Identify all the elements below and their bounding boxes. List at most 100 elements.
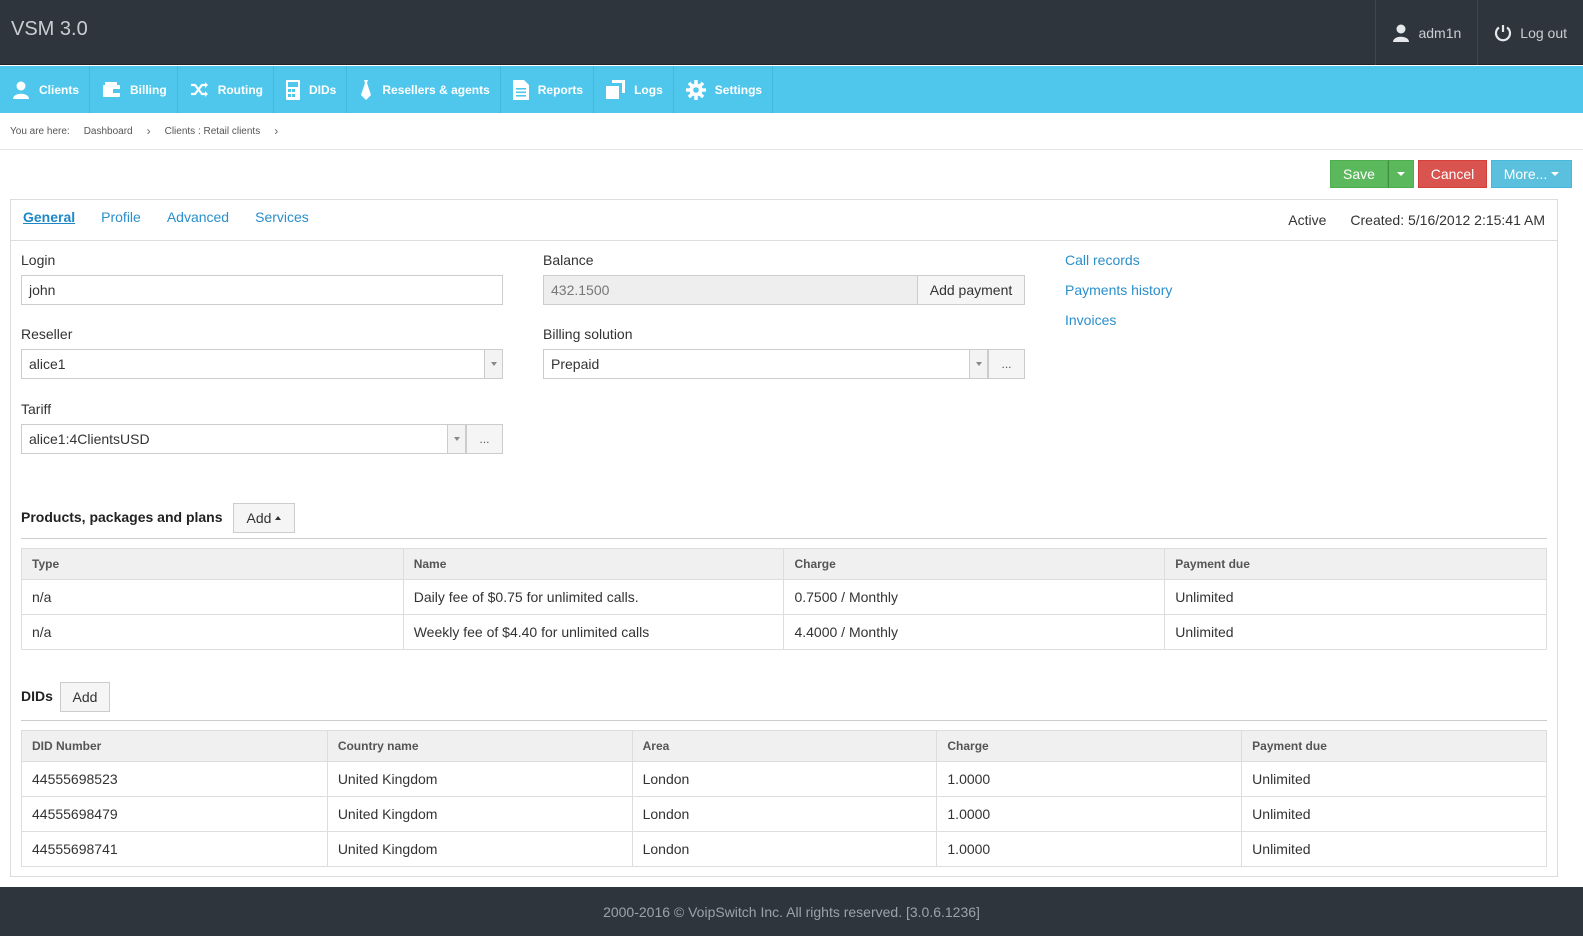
invoices-link[interactable]: Invoices	[1065, 312, 1116, 328]
add-did-button[interactable]: Add	[60, 682, 110, 712]
table-cell: Unlimited	[1241, 831, 1547, 867]
tab-services[interactable]: Services	[255, 209, 309, 225]
status-badge: Active	[1288, 212, 1327, 228]
nav-clients-label: Clients	[39, 82, 80, 97]
table-cell: United Kingdom	[326, 831, 633, 867]
column-header-payment-due[interactable]: Payment due	[1164, 548, 1547, 580]
tariff-label: Tariff	[21, 401, 52, 417]
add-product-button[interactable]: Add	[233, 503, 295, 533]
login-label: Login	[21, 252, 56, 268]
tab-profile[interactable]: Profile	[101, 209, 141, 225]
nav-dids[interactable]: DIDs	[274, 66, 348, 113]
save-button[interactable]: Save	[1330, 160, 1388, 188]
table-row[interactable]: 44555698741 United Kingdom London 1.0000…	[21, 831, 1547, 867]
breadcrumb-dashboard[interactable]: Dashboard	[84, 126, 133, 137]
user-menu[interactable]: adm1n	[1375, 0, 1477, 65]
tariff-value: alice1:4ClientsUSD	[29, 431, 150, 447]
products-section-title: Products, packages and plans	[21, 509, 223, 525]
nav-dids-label: DIDs	[309, 82, 337, 97]
products-table: Type Name Charge Payment due n/a Daily f…	[21, 548, 1547, 650]
column-header-area[interactable]: Area	[631, 730, 938, 762]
table-row[interactable]: 44555698479 United Kingdom London 1.0000…	[21, 796, 1547, 832]
tab-general[interactable]: General	[23, 209, 75, 225]
table-cell: Unlimited	[1241, 761, 1547, 797]
breadcrumb-clients[interactable]: Clients : Retail clients	[165, 126, 261, 137]
nav-routing-label: Routing	[217, 82, 264, 97]
nav-settings-label: Settings	[714, 82, 763, 97]
nav-billing[interactable]: Billing	[90, 66, 178, 113]
column-header-did-number[interactable]: DID Number	[21, 730, 328, 762]
add-payment-button[interactable]: Add payment	[917, 275, 1025, 305]
caret-up-icon	[275, 516, 282, 520]
user-icon	[13, 81, 29, 99]
table-cell: n/a	[21, 579, 404, 615]
column-header-charge[interactable]: Charge	[783, 548, 1166, 580]
table-cell: 4.4000 / Monthly	[783, 614, 1166, 650]
login-input[interactable]: john	[21, 275, 503, 305]
brand-title: VSM 3.0	[11, 18, 88, 40]
call-records-link[interactable]: Call records	[1065, 252, 1140, 268]
table-row[interactable]: n/a Daily fee of $0.75 for unlimited cal…	[21, 579, 1547, 615]
table-cell: London	[631, 796, 938, 832]
balance-input: 432.1500	[543, 275, 918, 305]
nav-reports[interactable]: Reports	[501, 66, 595, 113]
nav-logs[interactable]: Logs	[594, 66, 674, 113]
save-dropdown-button[interactable]	[1388, 160, 1414, 188]
nav-routing[interactable]: Routing	[178, 66, 275, 113]
tariff-browse-button[interactable]: ...	[466, 424, 503, 454]
column-header-charge[interactable]: Charge	[936, 730, 1243, 762]
reseller-select[interactable]: alice1	[21, 349, 503, 379]
breadcrumb-divider	[0, 149, 1583, 150]
billing-solution-select[interactable]: Prepaid	[543, 349, 988, 379]
chevron-down-icon[interactable]	[969, 350, 987, 378]
nav-settings[interactable]: Settings	[674, 66, 774, 113]
logout-label: Log out	[1520, 24, 1567, 41]
table-header-row: Type Name Charge Payment due	[21, 548, 1547, 580]
dids-divider	[21, 720, 1547, 721]
chevron-down-icon[interactable]	[447, 425, 465, 453]
caret-down-icon	[1551, 172, 1560, 176]
table-cell: Weekly fee of $4.40 for unlimited calls	[402, 614, 785, 650]
logout-button[interactable]: Log out	[1477, 0, 1583, 65]
footer: 2000-2016 © VoipSwitch Inc. All rights r…	[0, 887, 1583, 936]
table-cell: 0.7500 / Monthly	[783, 579, 1166, 615]
tab-bar: General Profile Advanced Services	[23, 209, 309, 225]
table-cell: 44555698741	[21, 831, 328, 867]
table-cell: Unlimited	[1164, 614, 1547, 650]
nav-clients[interactable]: Clients	[0, 66, 91, 113]
gear-icon	[685, 79, 706, 100]
table-cell: United Kingdom	[326, 796, 633, 832]
table-row[interactable]: 44555698523 United Kingdom London 1.0000…	[21, 761, 1547, 797]
tab-advanced[interactable]: Advanced	[167, 209, 229, 225]
dids-section-title: DIDs	[21, 688, 53, 704]
tariff-select[interactable]: alice1:4ClientsUSD	[21, 424, 466, 454]
billing-browse-button[interactable]: ...	[988, 349, 1025, 379]
nav-resellers[interactable]: Resellers & agents	[347, 66, 501, 113]
top-bar: VSM 3.0 adm1n Log out	[0, 0, 1583, 65]
table-cell: 1.0000	[936, 761, 1243, 797]
more-button[interactable]: More...	[1491, 160, 1572, 188]
billing-solution-label: Billing solution	[543, 326, 633, 342]
table-cell: Unlimited	[1164, 579, 1547, 615]
column-header-country-name[interactable]: Country name	[326, 730, 633, 762]
shuffle-icon	[190, 82, 208, 97]
power-icon	[1495, 24, 1512, 41]
table-cell: United Kingdom	[326, 761, 633, 797]
cancel-button[interactable]: Cancel	[1418, 160, 1487, 188]
table-cell: London	[631, 761, 938, 797]
nav-resellers-label: Resellers & agents	[382, 82, 490, 97]
table-row[interactable]: n/a Weekly fee of $4.40 for unlimited ca…	[21, 614, 1547, 650]
column-header-name[interactable]: Name	[402, 548, 785, 580]
user-name: adm1n	[1418, 24, 1462, 41]
caret-down-icon	[1397, 172, 1405, 176]
column-header-type[interactable]: Type	[21, 548, 404, 580]
column-header-payment-due[interactable]: Payment due	[1241, 730, 1547, 762]
reseller-value: alice1	[29, 356, 66, 372]
chevron-down-icon[interactable]	[484, 350, 502, 378]
payments-history-link[interactable]: Payments history	[1065, 282, 1172, 298]
table-cell: London	[631, 831, 938, 867]
nav-billing-label: Billing	[130, 82, 167, 97]
client-panel: General Profile Advanced Services Active…	[10, 199, 1558, 877]
action-buttons: Save Cancel More...	[1330, 160, 1572, 188]
created-date: Created: 5/16/2012 2:15:41 AM	[1350, 212, 1545, 228]
